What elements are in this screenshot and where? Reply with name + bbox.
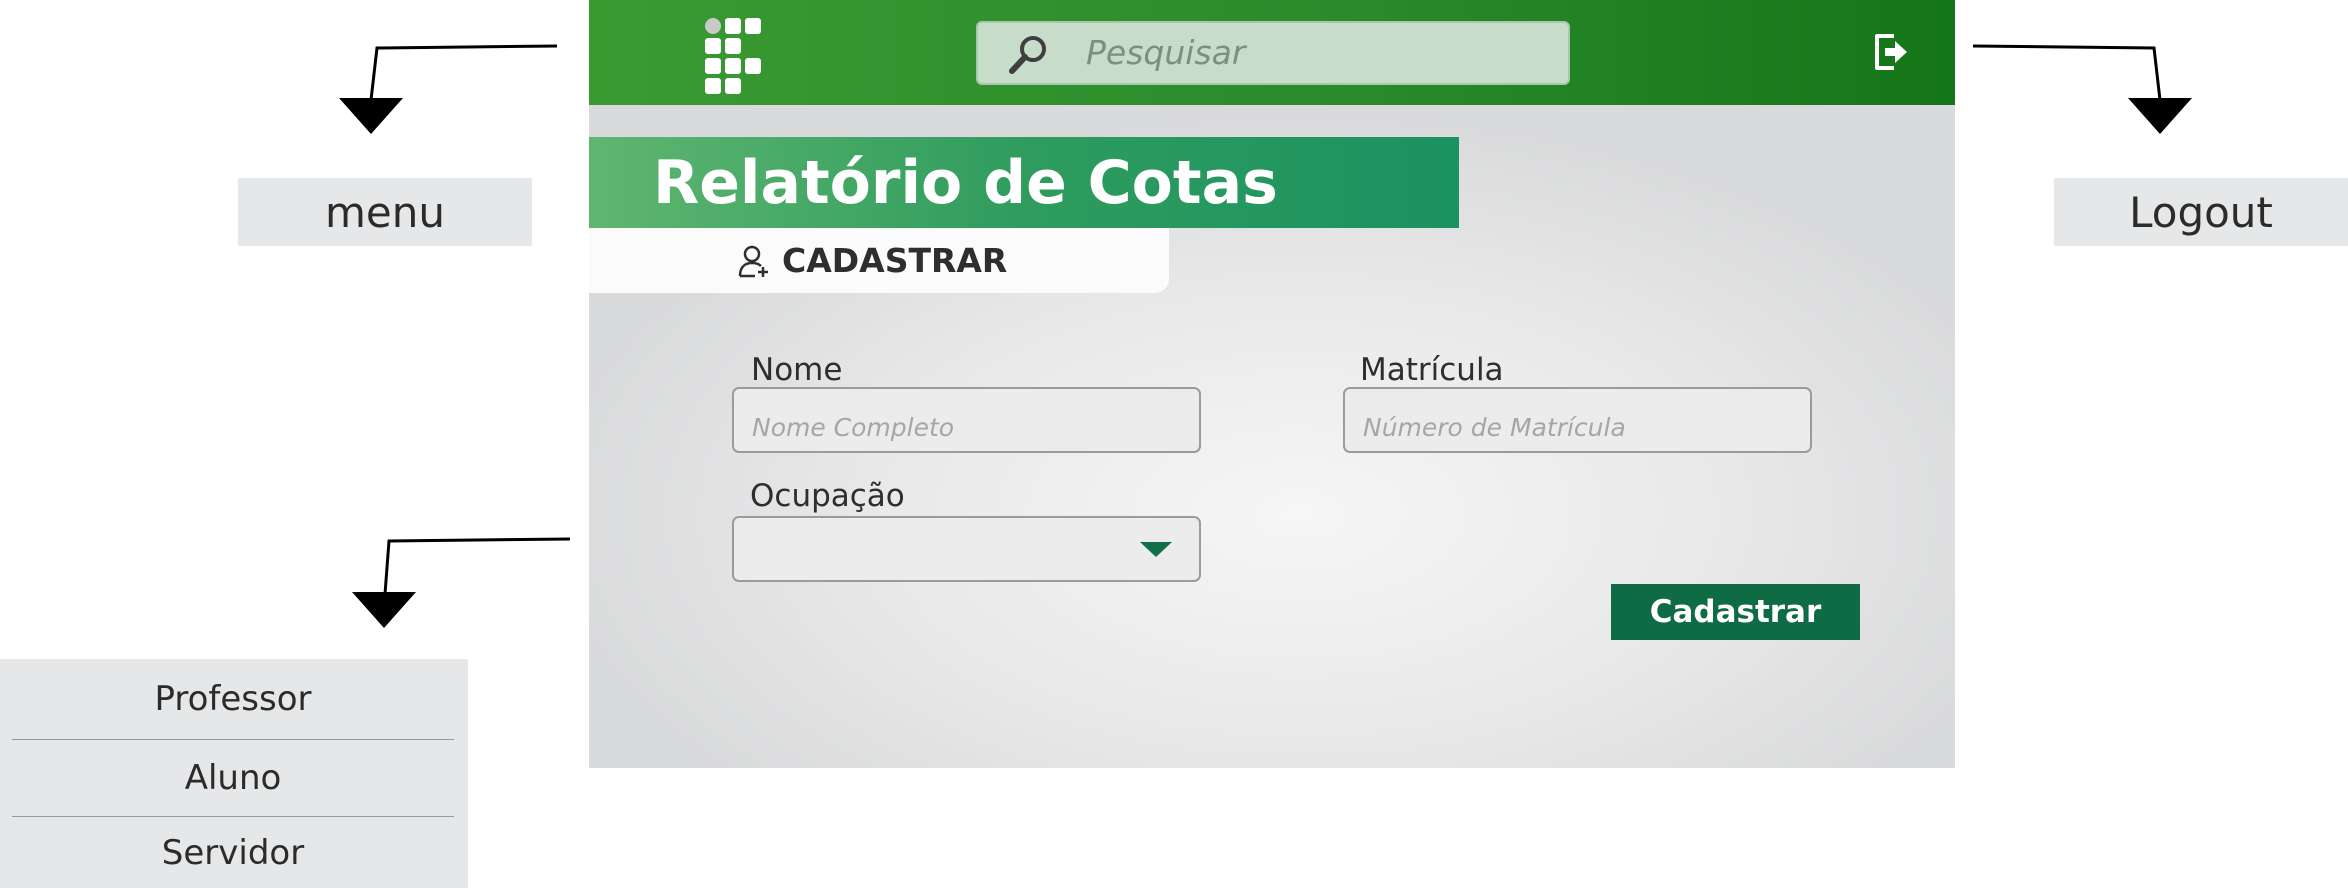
search-input[interactable]: Pesquisar <box>976 21 1570 85</box>
logout-icon[interactable] <box>1872 30 1912 74</box>
occupation-select[interactable] <box>732 516 1201 582</box>
menu-annotation-arrow <box>339 44 558 134</box>
occupation-option-servidor[interactable]: Servidor <box>12 817 454 888</box>
add-user-icon <box>738 245 768 278</box>
page-title: Relatório de Cotas <box>653 148 1278 218</box>
header-bar: Pesquisar <box>589 0 1955 105</box>
logout-annotation-label: Logout <box>2054 178 2348 246</box>
search-placeholder: Pesquisar <box>1086 33 1246 72</box>
occupation-option-professor[interactable]: Professor <box>12 659 454 740</box>
search-icon <box>1009 36 1046 74</box>
tab-label: CADASTRAR <box>782 241 1008 280</box>
cadastrar-button[interactable]: Cadastrar <box>1611 584 1860 640</box>
occupation-options-list: Professor Aluno Servidor <box>0 659 468 888</box>
tab-cadastrar[interactable]: CADASTRAR <box>589 228 1169 293</box>
registration-label: Matrícula <box>1360 352 1504 388</box>
registration-field[interactable]: Número de Matrícula <box>1343 387 1812 453</box>
menu-logo-icon[interactable] <box>705 18 763 94</box>
occupation-annotation-arrow <box>352 537 571 628</box>
logout-annotation-arrow <box>1972 44 2192 134</box>
app-window: Pesquisar Relatório de Cotas CADASTRAR N… <box>589 0 1955 768</box>
name-field[interactable]: Nome Completo <box>732 387 1201 453</box>
name-label: Nome <box>751 352 843 388</box>
occupation-label: Ocupação <box>750 478 905 514</box>
menu-annotation-label: menu <box>238 178 532 246</box>
occupation-option-aluno[interactable]: Aluno <box>12 740 454 817</box>
page-title-banner: Relatório de Cotas <box>589 137 1459 228</box>
chevron-down-icon <box>1140 542 1172 557</box>
